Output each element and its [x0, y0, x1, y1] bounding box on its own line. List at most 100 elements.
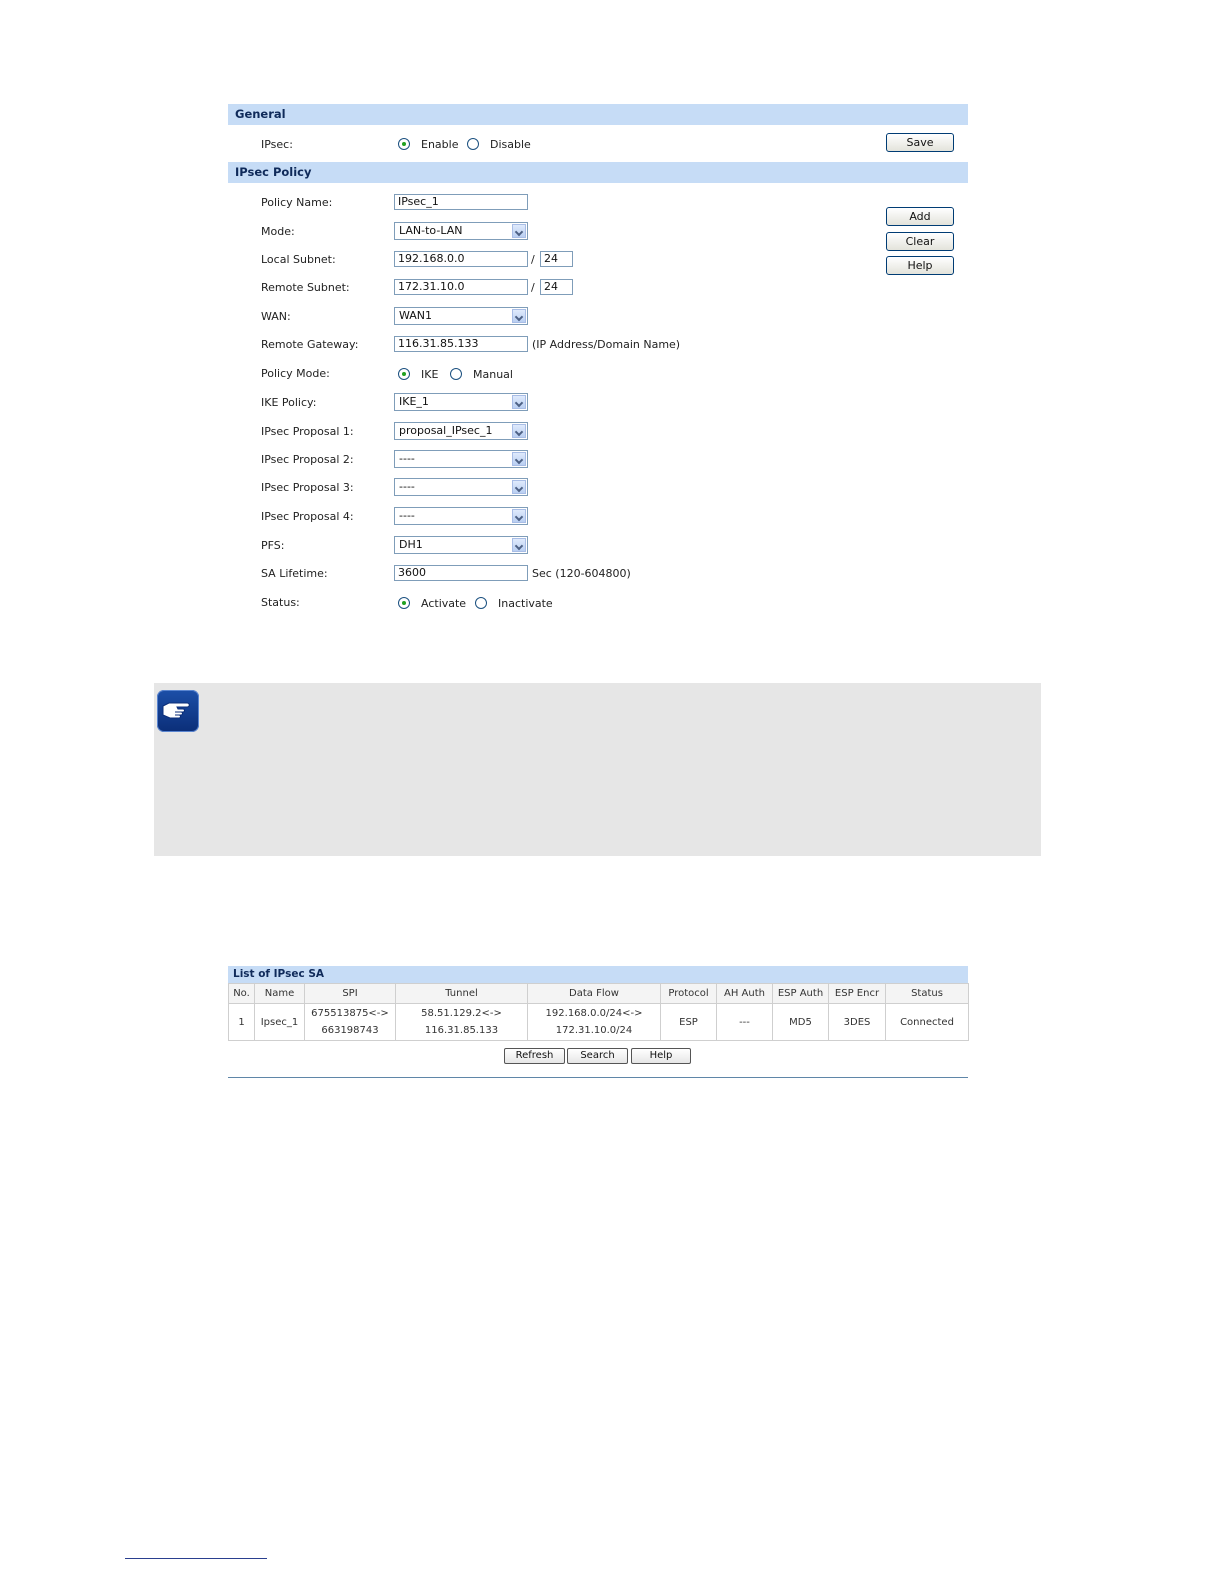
- column-header-esp-encr: ESP Encr: [828, 983, 886, 1004]
- sa-lifetime-hint: Sec (120-604800): [532, 567, 631, 580]
- column-header-data-flow: Data Flow: [527, 983, 661, 1004]
- ipsec-proposal-2-select[interactable]: ----: [394, 450, 528, 468]
- footnote-rule: [125, 1558, 267, 1559]
- add-button[interactable]: Add: [886, 207, 954, 226]
- ipsec-disable-radio[interactable]: [467, 138, 479, 150]
- table-row: 1 Ipsec_1 675513875<-> 663198743 58.51.1…: [228, 1003, 969, 1041]
- ipsec-proposal-4-select[interactable]: ----: [394, 507, 528, 525]
- policy-name-label: Policy Name:: [261, 196, 333, 209]
- local-subnet-label: Local Subnet:: [261, 253, 336, 266]
- status-activate-label: Activate: [421, 597, 467, 610]
- column-header-esp-auth: ESP Auth: [772, 983, 829, 1004]
- local-subnet-input[interactable]: 192.168.0.0: [394, 251, 528, 267]
- chevron-down-icon: [512, 538, 526, 552]
- policy-mode-label: Policy Mode:: [261, 367, 330, 380]
- local-subnet-slash: /: [531, 253, 535, 266]
- remote-subnet-slash: /: [531, 281, 535, 294]
- ipsec-proposal-3-select[interactable]: ----: [394, 478, 528, 496]
- pfs-select[interactable]: DH1: [394, 536, 528, 554]
- cell-esp-auth: MD5: [772, 1003, 829, 1041]
- column-header-ah-auth: AH Auth: [716, 983, 773, 1004]
- chevron-down-icon: [512, 395, 526, 409]
- ipsec-enable-radio[interactable]: [398, 138, 410, 150]
- cell-tunnel-line2: 116.31.85.133: [424, 1025, 499, 1036]
- ike-policy-label: IKE Policy:: [261, 396, 317, 409]
- cell-esp-encr: 3DES: [828, 1003, 886, 1041]
- cell-tunnel-line1: 58.51.129.2<->: [421, 1008, 502, 1019]
- column-header-name: Name: [254, 983, 305, 1004]
- column-header-tunnel: Tunnel: [395, 983, 528, 1004]
- general-section-header: General: [228, 104, 968, 125]
- remote-subnet-input[interactable]: 172.31.10.0: [394, 279, 528, 295]
- ipsec-policy-section-header: IPsec Policy: [228, 162, 968, 183]
- sa-lifetime-input[interactable]: 3600: [394, 565, 528, 581]
- column-header-no: No.: [228, 983, 255, 1004]
- cell-no: 1: [228, 1003, 255, 1041]
- pfs-label: PFS:: [261, 539, 285, 552]
- status-label: Status:: [261, 596, 300, 609]
- remote-gateway-hint: (IP Address/Domain Name): [532, 338, 681, 351]
- cell-data-flow: 192.168.0.0/24<-> 172.31.10.0/24: [527, 1003, 661, 1041]
- ipsec-proposal-2-value: ----: [399, 452, 415, 465]
- cell-tunnel: 58.51.129.2<-> 116.31.85.133: [395, 1003, 528, 1041]
- cell-spi-line1: 675513875<->: [311, 1008, 389, 1019]
- ipsec-sa-list-title: List of IPsec SA: [228, 966, 968, 983]
- column-header-status: Status: [885, 983, 969, 1004]
- ipsec-disable-label: Disable: [490, 138, 531, 151]
- cell-protocol: ESP: [660, 1003, 717, 1041]
- sa-help-button[interactable]: Help: [631, 1048, 691, 1064]
- column-header-spi: SPI: [304, 983, 396, 1004]
- refresh-button[interactable]: Refresh: [504, 1048, 565, 1064]
- cell-data-flow-line2: 172.31.10.0/24: [555, 1025, 633, 1036]
- help-button[interactable]: Help: [886, 256, 954, 275]
- local-mask-input[interactable]: 24: [540, 251, 573, 267]
- pfs-select-value: DH1: [399, 538, 423, 551]
- section-divider: [228, 1077, 968, 1078]
- mode-label: Mode:: [261, 225, 295, 238]
- remote-gateway-label: Remote Gateway:: [261, 338, 359, 351]
- ipsec-sa-table: No. Name SPI Tunnel Data Flow Protocol A…: [228, 983, 969, 1041]
- status-inactivate-label: Inactivate: [498, 597, 553, 610]
- mode-select-value: LAN-to-LAN: [399, 224, 463, 237]
- cell-status: Connected: [885, 1003, 969, 1041]
- chevron-down-icon: [512, 509, 526, 523]
- chevron-down-icon: [512, 309, 526, 323]
- save-button[interactable]: Save: [886, 133, 954, 152]
- column-header-protocol: Protocol: [660, 983, 717, 1004]
- ipsec-proposal-1-select[interactable]: proposal_IPsec_1: [394, 422, 528, 440]
- mode-select[interactable]: LAN-to-LAN: [394, 222, 528, 240]
- policy-mode-manual-radio[interactable]: [450, 368, 462, 380]
- ipsec-proposal-1-label: IPsec Proposal 1:: [261, 425, 354, 438]
- pointing-hand-icon: [157, 690, 199, 732]
- ipsec-label: IPsec:: [261, 138, 293, 151]
- status-inactivate-radio[interactable]: [475, 597, 487, 609]
- ike-policy-select[interactable]: IKE_1: [394, 393, 528, 411]
- wan-select[interactable]: WAN1: [394, 307, 528, 325]
- wan-label: WAN:: [261, 310, 291, 323]
- policy-mode-ike-label: IKE: [421, 368, 439, 381]
- search-button[interactable]: Search: [567, 1048, 628, 1064]
- chevron-down-icon: [512, 424, 526, 438]
- ipsec-proposal-3-value: ----: [399, 480, 415, 493]
- status-activate-radio[interactable]: [398, 597, 410, 609]
- clear-button[interactable]: Clear: [886, 232, 954, 251]
- policy-mode-ike-radio[interactable]: [398, 368, 410, 380]
- cell-spi-line2: 663198743: [321, 1025, 379, 1036]
- remote-gateway-input[interactable]: 116.31.85.133: [394, 336, 528, 352]
- sa-lifetime-label: SA Lifetime:: [261, 567, 328, 580]
- chevron-down-icon: [512, 224, 526, 238]
- note-box: [154, 683, 1041, 856]
- remote-subnet-label: Remote Subnet:: [261, 281, 350, 294]
- cell-spi: 675513875<-> 663198743: [304, 1003, 396, 1041]
- remote-mask-input[interactable]: 24: [540, 279, 573, 295]
- ipsec-proposal-4-label: IPsec Proposal 4:: [261, 510, 354, 523]
- wan-select-value: WAN1: [399, 309, 433, 322]
- cell-data-flow-line1: 192.168.0.0/24<->: [545, 1008, 643, 1019]
- cell-ah-auth: ---: [716, 1003, 773, 1041]
- policy-name-input[interactable]: IPsec_1: [394, 194, 528, 210]
- chevron-down-icon: [512, 452, 526, 466]
- ipsec-enable-label: Enable: [421, 138, 459, 151]
- policy-mode-manual-label: Manual: [473, 368, 513, 381]
- cell-name: Ipsec_1: [254, 1003, 305, 1041]
- ipsec-proposal-3-label: IPsec Proposal 3:: [261, 481, 354, 494]
